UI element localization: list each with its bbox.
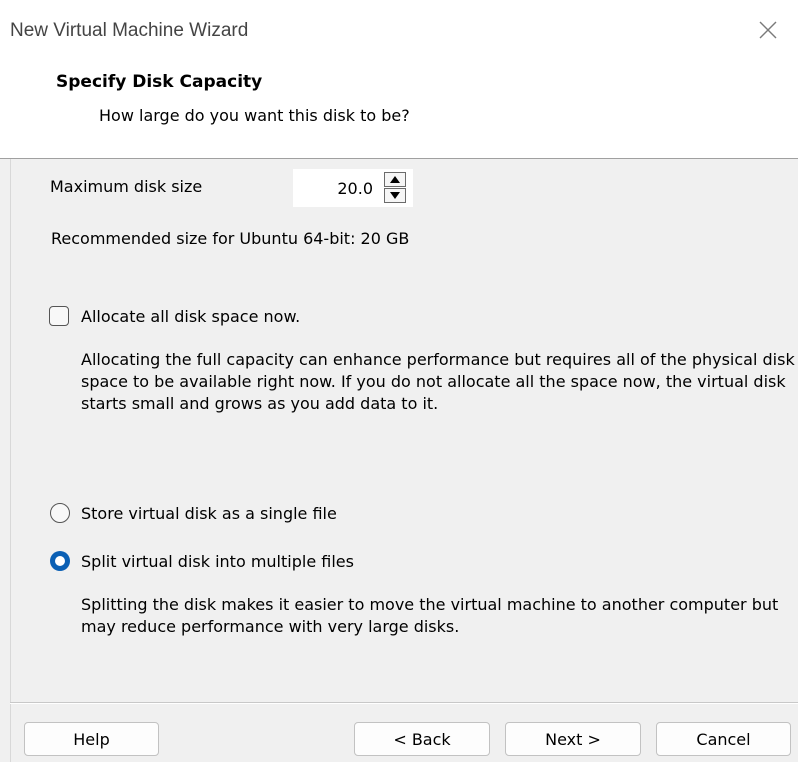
radio-single-file-label[interactable]: Store virtual disk as a single file <box>81 504 337 523</box>
split-description: Splitting the disk makes it easier to mo… <box>81 595 779 636</box>
radio-split-files-label[interactable]: Split virtual disk into multiple files <box>81 552 354 571</box>
window-title: New Virtual Machine Wizard <box>10 20 249 41</box>
page-subtitle: How large do you want this disk to be? <box>99 106 410 125</box>
recommended-size-text: Recommended size for Ubuntu 64-bit: 20 G… <box>51 229 410 248</box>
spin-up-icon <box>390 176 400 183</box>
wizard-window: New Virtual Machine Wizard Specify Disk … <box>0 0 798 762</box>
spin-down-icon <box>390 192 400 199</box>
help-button[interactable]: Help <box>24 722 159 756</box>
allocate-description: Allocating the full capacity can enhance… <box>81 350 795 413</box>
max-disk-size-label: Maximum disk size <box>50 177 203 196</box>
next-button[interactable]: Next > <box>505 722 641 756</box>
allocate-checkbox-label[interactable]: Allocate all disk space now. <box>81 307 300 326</box>
cancel-button[interactable]: Cancel <box>656 722 791 756</box>
back-button[interactable]: < Back <box>354 722 490 756</box>
radio-single-file[interactable] <box>50 503 70 523</box>
decrement-button[interactable] <box>384 188 406 203</box>
close-button[interactable] <box>752 14 784 46</box>
wizard-header: Specify Disk Capacity How large do you w… <box>0 60 798 159</box>
page-title: Specify Disk Capacity <box>56 72 263 92</box>
allocate-checkbox[interactable] <box>49 306 69 326</box>
radio-selected-dot <box>55 556 65 566</box>
radio-split-files[interactable] <box>50 551 70 571</box>
footer-divider-highlight <box>10 703 798 704</box>
close-icon <box>759 21 777 39</box>
title-bar: New Virtual Machine Wizard <box>0 0 798 60</box>
left-border <box>10 159 11 762</box>
disk-size-spinbox <box>293 169 413 207</box>
increment-button[interactable] <box>384 172 406 187</box>
disk-size-input[interactable] <box>293 169 381 207</box>
